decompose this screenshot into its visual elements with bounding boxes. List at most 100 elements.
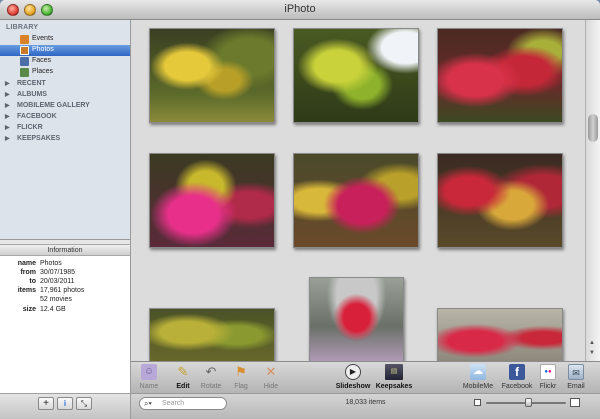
photo-thumbnail[interactable] [437, 308, 563, 361]
info-value: 20/03/2011 [40, 278, 75, 285]
sidebar-item-photos[interactable]: Photos [0, 45, 130, 56]
disclosure-triangle-icon[interactable]: ▶ [5, 91, 10, 98]
info-value: 17,961 photos [40, 287, 85, 294]
places-icon [20, 68, 29, 77]
sidebar-item-places[interactable]: Places [0, 67, 130, 78]
information-header: Information [0, 244, 131, 256]
full-screen-button[interactable]: ⤡ [76, 397, 92, 410]
zoom-in-icon[interactable] [570, 398, 580, 407]
flag-button[interactable]: ⚑ Flag [224, 364, 258, 393]
info-key: from [20, 269, 36, 276]
sidebar-item-faces[interactable]: Faces [0, 56, 130, 67]
sidebar-group-keepsakes[interactable]: ▶ KEEPSAKES [0, 134, 130, 145]
play-icon: ▶ [345, 364, 361, 380]
info-key: items [17, 287, 36, 294]
toolbar-label: Hide [263, 383, 279, 390]
add-button[interactable]: + [38, 397, 54, 410]
facebook-icon: f [509, 364, 525, 380]
sidebar-group-recent[interactable]: ▶ RECENT [0, 79, 130, 90]
photo-thumbnail[interactable] [149, 28, 275, 123]
sidebar-group-label: FLICKR [17, 124, 43, 131]
sidebar-group-flickr[interactable]: ▶ FLICKR [0, 123, 130, 134]
facebook-button[interactable]: f Facebook [499, 364, 535, 393]
flag-icon: ⚑ [235, 364, 247, 379]
photo-grid [131, 20, 585, 361]
mobileme-button[interactable]: ☁ MobileMe [459, 364, 497, 393]
photo-thumbnail[interactable] [149, 153, 275, 248]
toolbar-label: Name [139, 383, 159, 390]
iphoto-window: iPhoto LIBRARY Events Photos Faces Place… [0, 0, 600, 419]
sidebar-group-label: KEEPSAKES [17, 135, 61, 142]
toolbar-label: MobileMe [462, 383, 494, 390]
slideshow-button[interactable]: ▶ Slideshow [333, 364, 373, 393]
info-value: 52 movies [40, 296, 72, 303]
info-row-movies: 52 movies [0, 296, 131, 306]
photos-icon [20, 46, 29, 55]
toolbar-label: Flickr [539, 383, 557, 390]
person-icon: ☺ [141, 364, 157, 380]
photo-thumbnail[interactable] [149, 308, 275, 361]
sidebar-group-facebook[interactable]: ▶ FACEBOOK [0, 112, 130, 123]
sidebar-item-label: Events [32, 35, 54, 42]
info-key: name [17, 260, 36, 267]
information-panel: name Photos from 30/07/1985 to 20/03/201… [0, 256, 131, 393]
rotate-icon: ↶ [205, 364, 217, 379]
photo-thumbnail[interactable] [437, 153, 563, 248]
photo-thumbnail[interactable] [293, 28, 419, 123]
scroll-down-arrow-icon[interactable]: ▼ [589, 350, 595, 356]
flickr-button[interactable]: ●● Flickr [534, 364, 562, 393]
sidebar-group-label: RECENT [17, 80, 46, 87]
sidebar-item-label: Places [32, 68, 54, 75]
sidebar-group-albums[interactable]: ▶ ALBUMS [0, 90, 130, 101]
toolbar-label: Email [567, 383, 585, 390]
title-bar[interactable]: iPhoto [0, 0, 600, 20]
disclosure-triangle-icon[interactable]: ▶ [5, 113, 10, 120]
info-key: size [22, 306, 36, 313]
info-value[interactable]: Photos [40, 260, 62, 267]
status-bar: ⌕▾ Search 18,033 items [131, 393, 600, 419]
faces-icon [20, 57, 29, 66]
info-value: 30/07/1985 [40, 269, 76, 276]
vertical-scrollbar[interactable]: ▲ ▼ [585, 20, 600, 361]
info-button[interactable]: i [57, 397, 73, 410]
disclosure-triangle-icon[interactable]: ▶ [5, 124, 10, 131]
disclosure-triangle-icon[interactable]: ▶ [5, 135, 10, 142]
sidebar-item-label: Faces [32, 57, 52, 64]
sidebar-group-label: FACEBOOK [17, 113, 57, 120]
scroll-thumb[interactable] [588, 114, 598, 142]
cloud-icon: ☁ [470, 364, 486, 380]
library-header: LIBRARY [6, 24, 39, 31]
scroll-up-arrow-icon[interactable]: ▲ [589, 340, 595, 346]
email-button[interactable]: ✉ Email [562, 364, 590, 393]
source-list: LIBRARY Events Photos Faces Places ▶ REC… [0, 20, 131, 239]
hide-button[interactable]: ✕ Hide [254, 364, 288, 393]
sidebar-footer: + i ⤡ [0, 393, 131, 419]
sidebar-group-label: ALBUMS [17, 91, 47, 98]
disclosure-triangle-icon[interactable]: ▶ [5, 102, 10, 109]
toolbar-label: Facebook [501, 383, 533, 390]
toolbar-label: Flag [234, 383, 248, 390]
pencil-icon: ✎ [177, 364, 189, 379]
toolbar-label: Keepsakes [375, 383, 413, 390]
mail-stamp-icon: ✉ [568, 364, 584, 380]
toolbar-label: Rotate [200, 383, 222, 390]
keepsakes-button[interactable]: ▤ Keepsakes [374, 364, 414, 393]
photo-thumbnail[interactable] [309, 277, 404, 361]
zoom-out-icon[interactable] [474, 399, 481, 406]
zoom-slider-knob[interactable] [525, 398, 532, 407]
sidebar-item-label: Photos [32, 46, 54, 53]
photo-thumbnail[interactable] [437, 28, 563, 123]
info-key: to [29, 278, 36, 285]
keepsakes-book-icon: ▤ [385, 364, 403, 380]
bottom-toolbar: ☺ Name ✎ Edit ↶ Rotate ⚑ Flag ✕ Hide ▶ S… [131, 361, 600, 393]
rotate-button[interactable]: ↶ Rotate [194, 364, 228, 393]
hide-x-icon: ✕ [265, 364, 277, 379]
photo-thumbnail[interactable] [293, 153, 419, 248]
sidebar-group-label: MOBILEME GALLERY [17, 102, 90, 109]
name-button[interactable]: ☺ Name [132, 364, 166, 393]
sidebar-item-events[interactable]: Events [0, 34, 130, 45]
window-title: iPhoto [284, 3, 316, 15]
disclosure-triangle-icon[interactable]: ▶ [5, 80, 10, 87]
sidebar-group-mobileme-gallery[interactable]: ▶ MOBILEME GALLERY [0, 101, 130, 112]
info-value: 12.4 GB [40, 306, 66, 313]
